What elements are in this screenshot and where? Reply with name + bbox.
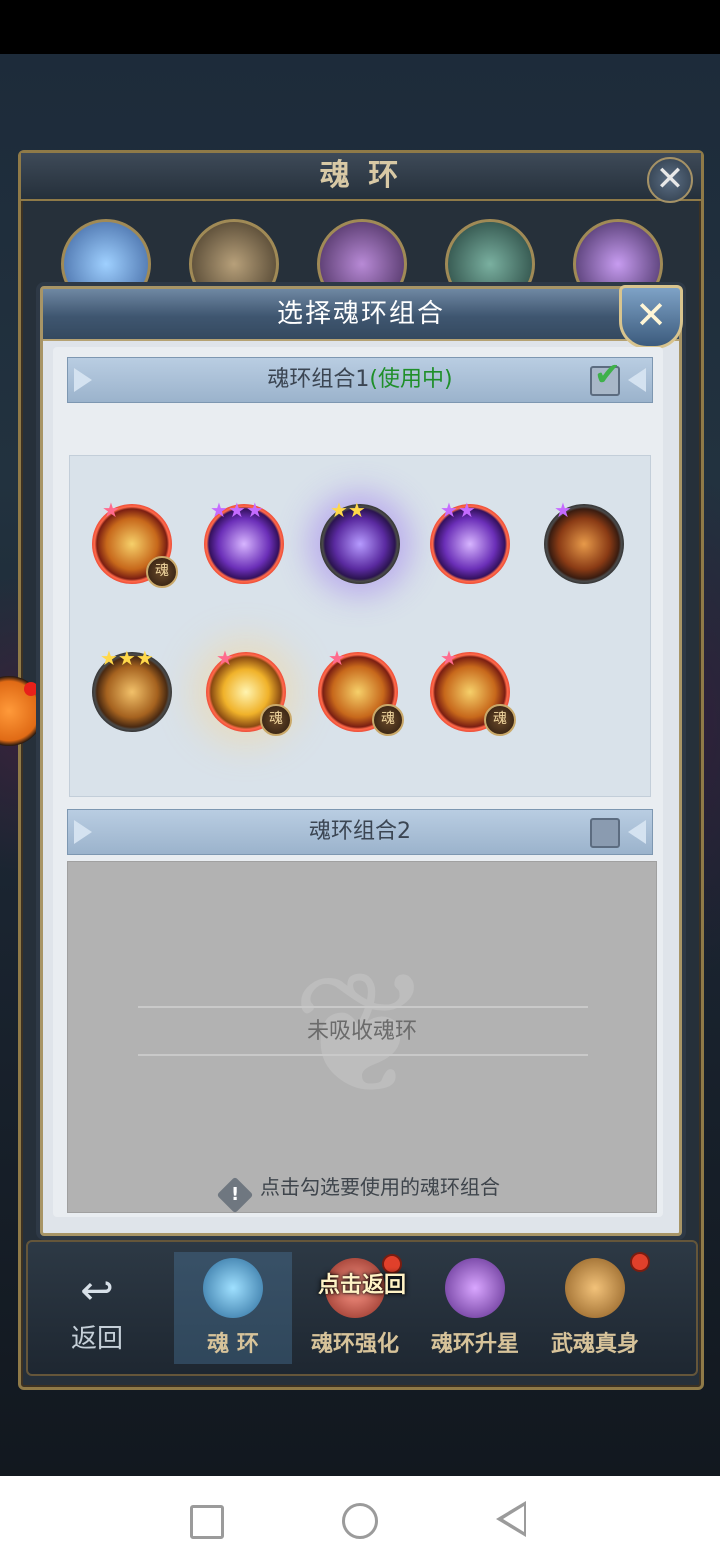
warning-glyph: ! <box>230 1184 240 1205</box>
ring-7[interactable]: ★ 魂 <box>206 648 292 736</box>
checkmark-icon: ✔ <box>594 355 621 393</box>
crystal-icon <box>203 1258 263 1318</box>
crystal-icon <box>445 1258 505 1318</box>
back-button[interactable]: ↩ 返回 <box>42 1264 152 1360</box>
decor-arrow-right <box>628 368 646 392</box>
soul-badge-icon: 魂 <box>372 704 404 736</box>
close-dialog-button[interactable]: ✕ <box>619 285 683 349</box>
status-bar <box>0 0 720 54</box>
tab-label: 魂环强化 <box>310 1332 399 1357</box>
hint-text: 点击勾选要使用的魂环组合 <box>260 1175 500 1199</box>
star-rating: ★★★ <box>210 498 264 522</box>
combo-2-checkbox[interactable] <box>590 818 620 848</box>
dialog-header: 选择魂环组合 <box>43 289 679 341</box>
in-use-status: (使用中) <box>369 367 453 392</box>
hint-row: ! 点击勾选要使用的魂环组合 <box>43 1167 679 1214</box>
ring-9[interactable]: ★ 魂 <box>430 648 516 736</box>
star-rating: ★★ <box>330 498 366 522</box>
game-screen: 魂 环 ✕ 选择魂环组合 ✕ 魂环组合1(使用中) ✔ ★ 魂 ★★★ ★★ ★… <box>0 54 720 1476</box>
combo-1-label: 魂环组合1 <box>267 367 370 392</box>
return-arrow-icon: ↩ <box>80 1268 114 1314</box>
ring-2[interactable]: ★★★ <box>204 500 284 584</box>
combo-1-ring-grid: ★ 魂 ★★★ ★★ ★★ ★ ★★★ ★ 魂 ★ 魂 ★ 魂 <box>69 455 651 797</box>
tab-label: 魂 环 <box>207 1332 259 1357</box>
system-navigation-bar <box>0 1476 720 1560</box>
empty-message: 未吸收魂环 <box>306 1019 417 1044</box>
star-rating: ★ <box>216 646 234 670</box>
soul-badge-icon: 魂 <box>146 556 178 588</box>
ring-6[interactable]: ★★★ <box>92 648 172 732</box>
decor-arrow-right <box>628 820 646 844</box>
decor-arrow-left <box>74 368 92 392</box>
select-combo-dialog: 选择魂环组合 ✕ 魂环组合1(使用中) ✔ ★ 魂 ★★★ ★★ ★★ ★ ★★… <box>40 285 683 1236</box>
tab-label: 武魂真身 <box>550 1332 639 1357</box>
ring-1[interactable]: ★ 魂 <box>92 500 178 588</box>
star-rating: ★ <box>328 646 346 670</box>
back-label: 返回 <box>70 1324 123 1354</box>
recent-apps-icon[interactable] <box>190 1505 224 1539</box>
soul-badge-icon: 魂 <box>484 704 516 736</box>
close-icon[interactable]: ✕ <box>647 157 693 203</box>
home-icon[interactable] <box>342 1503 378 1539</box>
star-rating: ★★ <box>440 498 476 522</box>
ring-8[interactable]: ★ 魂 <box>318 648 404 736</box>
decor-arrow-left <box>74 820 92 844</box>
combo-2-label: 魂环组合2 <box>309 819 411 844</box>
star-rating: ★ <box>102 498 120 522</box>
star-rating: ★ <box>554 498 572 522</box>
back-icon-inner <box>503 1506 524 1532</box>
star-rating: ★ <box>440 646 458 670</box>
soul-ring-panel-title: 魂 环 <box>21 153 701 201</box>
combo-1-checkbox[interactable]: ✔ <box>590 358 621 396</box>
ring-3[interactable]: ★★ <box>320 500 400 584</box>
star-rating: ★★★ <box>100 646 154 670</box>
soul-badge-icon: 魂 <box>260 704 292 736</box>
combo-2-header[interactable]: 魂环组合2 <box>67 809 653 855</box>
bottom-nav: ↩ 返回 魂 环 魂环强化 魂环升星 武魂真身 <box>26 1240 698 1376</box>
notification-dot <box>24 682 38 696</box>
divider <box>138 1054 588 1056</box>
dialog-body: 魂环组合1(使用中) ✔ ★ 魂 ★★★ ★★ ★★ ★ ★★★ ★ 魂 ★ 魂… <box>53 347 663 1217</box>
dialog-title: 选择魂环组合 <box>276 299 445 329</box>
beast-icon <box>565 1258 625 1318</box>
ring-4[interactable]: ★★ <box>430 500 510 584</box>
tab-label: 魂环升星 <box>430 1332 519 1357</box>
combo-2-empty-area: ❦ 未吸收魂环 <box>67 861 657 1213</box>
ring-5[interactable]: ★ <box>544 500 624 584</box>
notification-dot <box>630 1252 650 1272</box>
combo-1-header[interactable]: 魂环组合1(使用中) ✔ <box>67 357 653 403</box>
tab-martial-soul-true-body[interactable]: 武魂真身 <box>536 1252 654 1364</box>
divider <box>138 1006 588 1008</box>
tap-to-return-text[interactable]: 点击返回 <box>272 1266 452 1306</box>
